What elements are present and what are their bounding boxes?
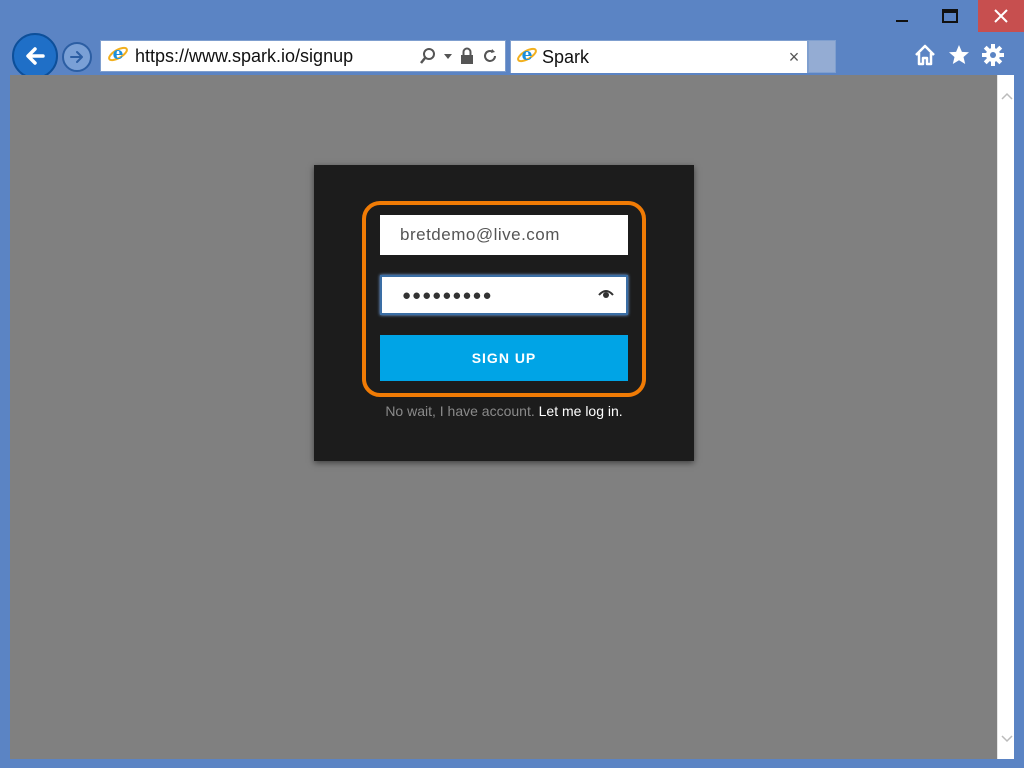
page-viewport: bretdemo@live.com ●●●●●●●●● SIGN UP No w… [10, 75, 997, 759]
home-icon [915, 44, 935, 66]
settings-button[interactable] [980, 42, 1006, 68]
close-window-button[interactable] [978, 0, 1024, 32]
scroll-up-icon[interactable] [1000, 89, 1013, 102]
home-button[interactable] [912, 42, 938, 68]
login-prompt: No wait, I have account. Let me log in. [314, 403, 694, 419]
scroll-down-icon[interactable] [1000, 732, 1013, 745]
forward-button[interactable] [62, 42, 92, 72]
ie-icon: e [107, 43, 129, 70]
password-field[interactable]: ●●●●●●●●● [380, 275, 628, 315]
tab-title: Spark [542, 46, 590, 67]
back-arrow-icon [26, 47, 45, 65]
refresh-icon[interactable] [481, 47, 499, 65]
email-field[interactable]: bretdemo@live.com [380, 215, 628, 255]
new-tab-button[interactable] [808, 40, 836, 73]
password-value[interactable]: ●●●●●●●●● [402, 287, 598, 304]
email-value[interactable]: bretdemo@live.com [400, 225, 616, 245]
svg-text:e: e [522, 45, 533, 65]
favorites-button[interactable] [946, 42, 972, 68]
browser-window: e https://www.spark.io/signup e Spark × [0, 0, 1024, 768]
forward-arrow-icon [70, 51, 83, 63]
tab-spark[interactable]: e Spark × [510, 40, 808, 73]
search-icon[interactable] [419, 47, 437, 65]
ie-icon: e [516, 44, 538, 71]
address-bar[interactable]: e https://www.spark.io/signup [100, 40, 506, 72]
login-link[interactable]: Let me log in. [539, 403, 623, 419]
vertical-scrollbar[interactable] [997, 75, 1014, 759]
login-prompt-text: No wait, I have account. [385, 403, 535, 419]
sign-up-button[interactable]: SIGN UP [380, 335, 628, 381]
tab-close-button[interactable]: × [783, 47, 805, 68]
eye-icon [598, 290, 614, 298]
svg-text:e: e [113, 44, 124, 64]
url-text[interactable]: https://www.spark.io/signup [135, 46, 419, 67]
star-icon [949, 45, 969, 64]
minimize-button[interactable] [878, 0, 926, 32]
lock-icon[interactable] [459, 47, 475, 65]
dropdown-icon[interactable] [443, 51, 453, 61]
browser-toolbar [912, 42, 1006, 68]
signup-card: bretdemo@live.com ●●●●●●●●● SIGN UP No w… [314, 165, 694, 461]
window-controls [878, 0, 1024, 32]
gear-icon [982, 44, 1004, 66]
maximize-button[interactable] [926, 0, 974, 32]
show-password-button[interactable] [598, 286, 614, 304]
back-button[interactable] [12, 33, 58, 79]
